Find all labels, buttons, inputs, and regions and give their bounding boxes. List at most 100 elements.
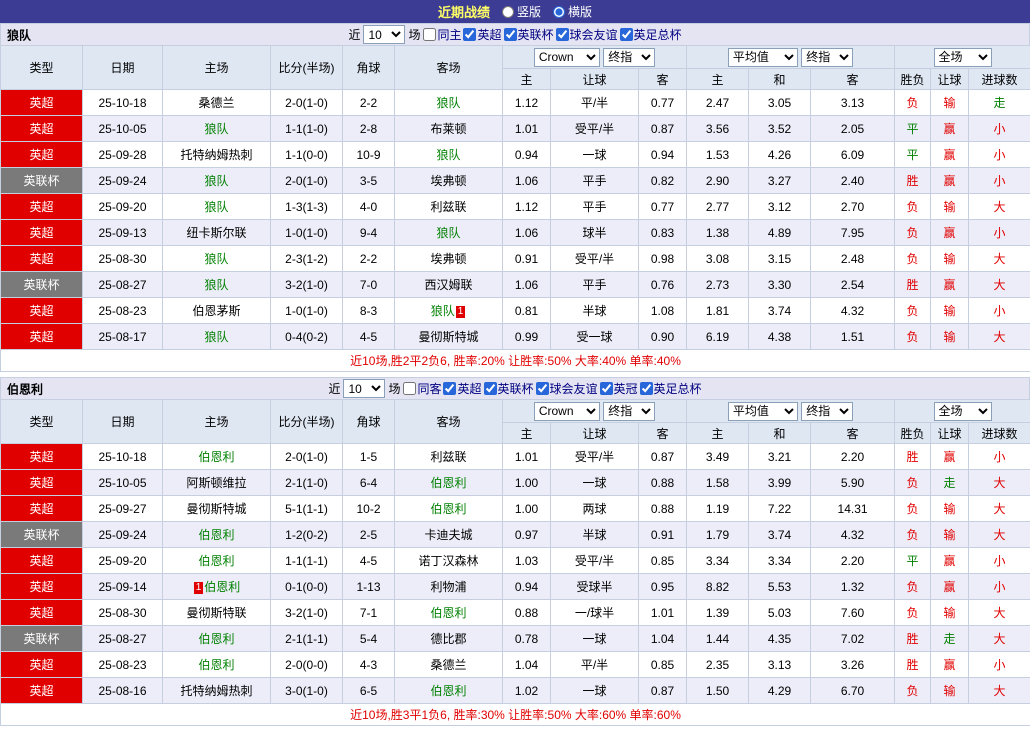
layout-radio-vertical-input[interactable] [502,6,514,18]
league-badge: 英超 [1,574,83,600]
date-cell: 25-10-18 [83,444,163,470]
avg-away-cell: 5.90 [811,470,895,496]
col-result-wdl: 胜负 [895,69,931,90]
corner-cell: 7-1 [343,600,395,626]
away-team-cell: 利物浦 [395,574,503,600]
avg-home-cell: 1.79 [687,522,749,548]
layout-radio-horizontal-input[interactable] [553,6,565,18]
away-team-cell: 狼队 [395,220,503,246]
filter-checkbox-0[interactable]: 同客 [403,380,441,397]
col-away: 客场 [395,400,503,444]
filter-checkbox-3[interactable]: 球会友谊 [536,380,598,397]
filter-checkbox-input[interactable] [536,382,549,395]
filter-checkbox-input[interactable] [443,382,456,395]
filter-checkbox-input[interactable] [463,28,476,41]
result-handicap-cell: 赢 [931,272,969,298]
team-name: 托特纳姆热刺 [180,148,252,162]
average-stage-select[interactable]: 终指 [801,402,853,421]
result-wdl-cell: 平 [895,116,931,142]
home-team-cell: 桑德兰 [163,90,271,116]
home-team-cell: 伯恩利 [163,626,271,652]
result-handicap-cell: 赢 [931,444,969,470]
filter-checkbox-4[interactable]: 英足总杯 [620,26,682,43]
filter-checkbox-input[interactable] [620,28,633,41]
scope-select[interactable]: 全场 [934,48,992,67]
team-name: 狼队 [436,148,460,162]
average-stage-select[interactable]: 终指 [801,48,853,67]
avg-away-cell: 6.09 [811,142,895,168]
scope-select[interactable]: 全场 [934,402,992,421]
layout-radio-vertical-label: 竖版 [517,3,541,20]
summary-row: 近10场,胜3平1负6, 胜率:30% 让胜率:50% 大率:60% 单率:60… [1,704,1030,726]
layout-radio-vertical[interactable]: 竖版 [502,3,541,20]
result-handicap-cell: 输 [931,194,969,220]
filter-checkbox-0[interactable]: 同主 [423,26,461,43]
col-result-goals: 进球数 [969,423,1030,444]
team-name: 利兹联 [430,200,466,214]
result-wdl-cell: 负 [895,298,931,324]
recent-count-select[interactable]: 10 [363,25,405,44]
avg-draw-cell: 3.15 [749,246,811,272]
filter-checkbox-4[interactable]: 英冠 [600,380,638,397]
filter-checkbox-input[interactable] [484,382,497,395]
avg-draw-cell: 3.13 [749,652,811,678]
result-handicap-cell: 赢 [931,574,969,600]
avg-home-cell: 6.19 [687,324,749,350]
avg-draw-cell: 5.53 [749,574,811,600]
match-row: 英超25-09-13纽卡斯尔联1-0(1-0)9-4狼队1.06球半0.831.… [1,220,1030,246]
filter-checkbox-3[interactable]: 球会友谊 [556,26,618,43]
avg-away-cell: 7.95 [811,220,895,246]
score-cell: 0-1(0-0) [271,574,343,600]
avg-draw-cell: 3.34 [749,548,811,574]
filter-checkbox-input[interactable] [504,28,517,41]
filter-label: 同客 [417,380,441,397]
odds-stage-select[interactable]: 终指 [603,48,655,67]
filter-checkbox-2[interactable]: 英联杯 [484,380,534,397]
col-result-wdl: 胜负 [895,423,931,444]
odds-home-cell: 1.00 [503,496,551,522]
corner-cell: 10-2 [343,496,395,522]
filter-checkbox-5[interactable]: 英足总杯 [640,380,702,397]
avg-away-cell: 1.32 [811,574,895,600]
odds-away-cell: 0.90 [639,324,687,350]
team-name: 曼彻斯特联 [186,606,246,620]
result-goals-cell: 大 [969,626,1030,652]
league-badge: 英联杯 [1,626,83,652]
filter-checkbox-input[interactable] [423,28,436,41]
col-score: 比分(半场) [271,400,343,444]
games-label: 场 [388,380,400,397]
avg-draw-cell: 4.89 [749,220,811,246]
recent-count-select[interactable]: 10 [343,379,385,398]
col-corner: 角球 [343,46,395,90]
odds-stage-select[interactable]: 终指 [603,402,655,421]
filter-checkbox-input[interactable] [556,28,569,41]
result-goals-cell: 大 [969,324,1030,350]
layout-radio-horizontal[interactable]: 横版 [553,3,592,20]
odds-handicap-cell: 半球 [551,298,639,324]
match-row: 英联杯25-09-24伯恩利1-2(0-2)2-5卡迪夫城0.97半球0.911… [1,522,1030,548]
average-select[interactable]: 平均值 [728,402,798,421]
match-row: 英超25-09-141伯恩利0-1(0-0)1-13利物浦0.94受球半0.95… [1,574,1030,600]
avg-home-cell: 2.47 [687,90,749,116]
filter-checkbox-input[interactable] [403,382,416,395]
near-label: 近 [348,26,360,43]
filter-checkbox-input[interactable] [640,382,653,395]
odds-away-cell: 0.88 [639,470,687,496]
filter-checkbox-input[interactable] [600,382,613,395]
average-select[interactable]: 平均值 [728,48,798,67]
league-badge: 英超 [1,116,83,142]
avg-away-cell: 2.54 [811,272,895,298]
avg-home-cell: 1.39 [687,600,749,626]
filter-checkbox-1[interactable]: 英超 [463,26,501,43]
corner-cell: 4-3 [343,652,395,678]
red-card-mark: 1 [456,306,466,318]
avg-draw-cell: 3.21 [749,444,811,470]
bookmaker-select[interactable]: Crown [534,48,600,67]
result-goals-cell: 小 [969,220,1030,246]
avg-home-cell: 2.90 [687,168,749,194]
score-cell: 1-1(1-1) [271,548,343,574]
odds-group-header: Crown 终指 [503,46,687,69]
filter-checkbox-1[interactable]: 英超 [443,380,481,397]
filter-checkbox-2[interactable]: 英联杯 [504,26,554,43]
bookmaker-select[interactable]: Crown [534,402,600,421]
